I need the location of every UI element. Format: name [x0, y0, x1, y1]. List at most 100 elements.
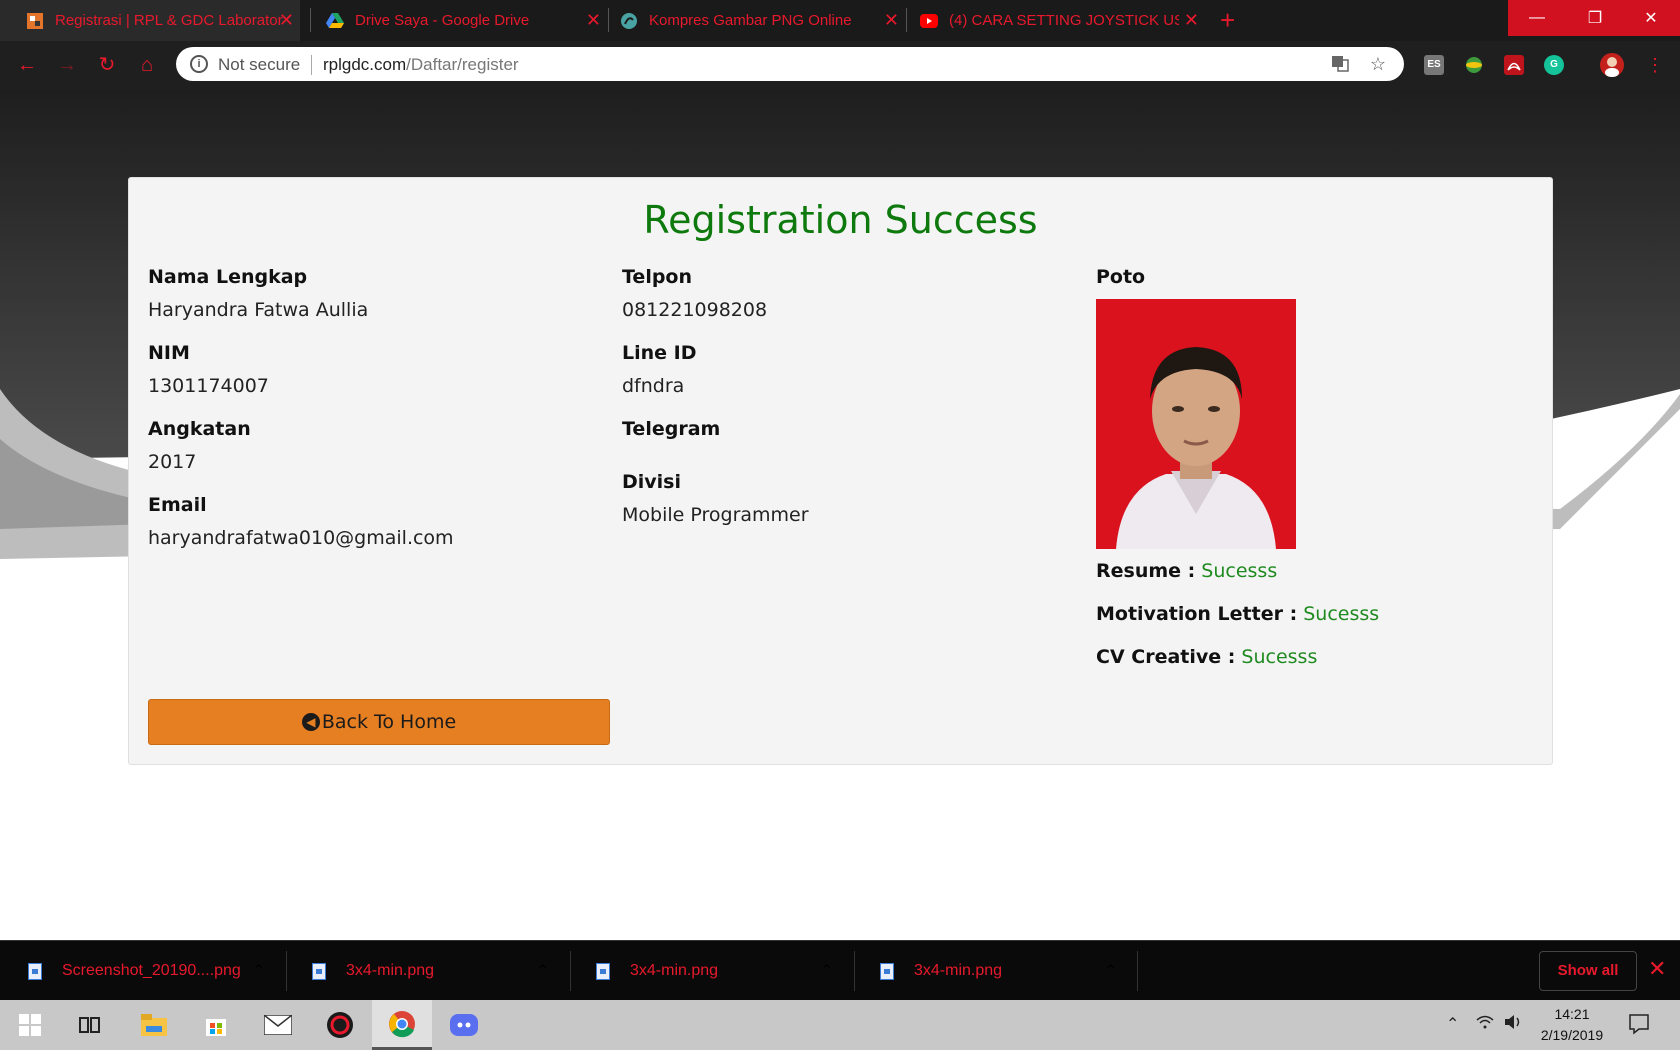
field-value: dfndra — [622, 375, 685, 397]
download-item[interactable]: 3x4-min.png — [596, 941, 718, 1001]
field-value: haryandrafatwa010@gmail.com — [148, 527, 454, 549]
image-file-icon — [880, 962, 894, 980]
download-shelf: Screenshot_20190....png ⌃ 3x4-min.png ⌃ … — [0, 940, 1680, 1000]
mail-icon[interactable] — [248, 1000, 308, 1050]
close-tab-icon[interactable]: ✕ — [884, 11, 899, 29]
resume-status: Resume : Sucesss — [1096, 560, 1277, 582]
close-tab-icon[interactable]: ✕ — [279, 11, 294, 29]
menu-kebab-icon[interactable]: ⋮ — [1644, 54, 1666, 76]
download-filename: Screenshot_20190....png — [62, 962, 241, 979]
field-label: Angkatan — [148, 418, 251, 440]
globe-extension-icon[interactable] — [1464, 55, 1484, 75]
tab-title: Kompres Gambar PNG Online — [649, 12, 852, 29]
chevron-up-icon[interactable]: ⌃ — [1104, 941, 1117, 1001]
tab-youtube[interactable]: (4) CARA SETTING JOYSTICK USE ✕ — [920, 0, 1205, 41]
chrome-taskbar-icon[interactable] — [372, 1000, 432, 1050]
grammarly-icon[interactable]: G — [1544, 55, 1564, 75]
translate-icon[interactable] — [1330, 54, 1350, 74]
page-title: Registration Success — [643, 198, 1038, 242]
url-domain: rplgdc.com — [323, 55, 407, 74]
tab-divider — [310, 8, 311, 32]
home-icon[interactable]: ⌂ — [136, 54, 158, 76]
photo-label: Poto — [1096, 266, 1146, 288]
task-view-icon[interactable] — [60, 1000, 120, 1050]
download-item[interactable]: 3x4-min.png — [312, 941, 434, 1001]
field-label: Line ID — [622, 342, 697, 364]
field-email: Email haryandrafatwa010@gmail.com — [148, 494, 454, 570]
profile-avatar-icon[interactable] — [1600, 53, 1624, 77]
download-item[interactable]: Screenshot_20190....png — [28, 941, 241, 1001]
volume-icon[interactable] — [1504, 1014, 1522, 1035]
tab-registrasi[interactable]: Registrasi | RPL & GDC Laborator ✕ — [0, 0, 300, 41]
download-item[interactable]: 3x4-min.png — [880, 941, 1002, 1001]
game-app-icon[interactable] — [310, 1000, 370, 1050]
tab-title: (4) CARA SETTING JOYSTICK USE — [949, 12, 1179, 29]
image-file-icon — [28, 962, 42, 980]
close-shelf-icon[interactable]: ✕ — [1648, 958, 1666, 980]
es-extension-icon[interactable]: ES — [1424, 55, 1444, 75]
tab-title: Registrasi | RPL & GDC Laborator — [55, 12, 283, 29]
address-bar[interactable]: i Not secure rplgdc.com/Daftar/register … — [176, 47, 1404, 81]
field-label: Divisi — [622, 471, 682, 493]
discord-icon[interactable] — [434, 1000, 494, 1050]
system-clock[interactable]: 14:21 2/19/2019 — [1532, 1004, 1612, 1046]
tab-strip: Registrasi | RPL & GDC Laborator ✕ Drive… — [0, 0, 1680, 41]
file-explorer-icon[interactable] — [124, 1000, 184, 1050]
chevron-up-tray-icon[interactable]: ⌃ — [1446, 1014, 1459, 1034]
status-label: CV Creative : — [1096, 646, 1236, 668]
image-file-icon — [312, 962, 326, 980]
status-value: Sucesss — [1201, 560, 1278, 582]
tab-kompres-gambar[interactable]: Kompres Gambar PNG Online ✕ — [620, 0, 905, 41]
url-text: rplgdc.com/Daftar/register — [323, 55, 519, 75]
back-button-label: Back To Home — [321, 711, 457, 733]
cv-creative-status: CV Creative : Sucesss — [1096, 646, 1317, 668]
field-value: 081221098208 — [622, 299, 768, 321]
back-to-home-button[interactable]: ◀ Back To Home — [148, 699, 610, 745]
tab-google-drive[interactable]: Drive Saya - Google Drive ✕ — [322, 0, 607, 41]
chevron-up-icon[interactable]: ⌃ — [252, 941, 265, 1001]
download-filename: 3x4-min.png — [630, 962, 719, 979]
shelf-divider — [1137, 951, 1138, 991]
field-line-id: Line ID dfndra — [622, 342, 809, 418]
microsoft-store-icon[interactable] — [186, 1000, 246, 1050]
shelf-divider — [570, 951, 571, 991]
new-tab-button[interactable]: + — [1220, 7, 1235, 33]
pdf-extension-icon[interactable] — [1504, 55, 1524, 75]
field-telegram: Telegram — [622, 418, 809, 471]
close-tab-icon[interactable]: ✕ — [586, 11, 601, 29]
back-arrow-icon[interactable]: ← — [16, 54, 38, 76]
tab-divider — [906, 8, 907, 32]
browser-toolbar: ← → ↻ ⌂ i Not secure rplgdc.com/Daftar/r… — [0, 41, 1680, 89]
field-label: Nama Lengkap — [148, 266, 308, 288]
notification-center-icon[interactable] — [1628, 1013, 1650, 1040]
download-filename: 3x4-min.png — [346, 962, 435, 979]
chevron-up-icon[interactable]: ⌃ — [536, 941, 549, 1001]
bookmark-star-icon[interactable]: ☆ — [1368, 54, 1388, 74]
wifi-icon[interactable] — [1476, 1014, 1494, 1035]
youtube-icon — [920, 12, 938, 30]
minimize-button[interactable]: — — [1508, 0, 1566, 36]
shelf-divider — [286, 951, 287, 991]
show-all-button[interactable]: Show all — [1539, 951, 1637, 991]
windows-start-icon[interactable] — [0, 1000, 60, 1050]
restore-button[interactable]: ❐ — [1566, 0, 1624, 36]
close-window-button[interactable]: ✕ — [1622, 0, 1680, 36]
personal-info-column: Nama Lengkap Haryandra Fatwa Aullia NIM … — [148, 266, 454, 570]
field-nim: NIM 1301174007 — [148, 342, 454, 418]
forward-arrow-icon[interactable]: → — [56, 54, 78, 76]
close-tab-icon[interactable]: ✕ — [1184, 11, 1199, 29]
windows-taskbar: ⌃ 14:21 2/19/2019 — [0, 1000, 1680, 1050]
page-viewport: Registration Success Nama Lengkap Haryan… — [0, 89, 1680, 940]
field-label: NIM — [148, 342, 190, 364]
chevron-up-icon[interactable]: ⌃ — [820, 941, 833, 1001]
reload-icon[interactable]: ↻ — [96, 54, 118, 76]
image-file-icon — [596, 962, 610, 980]
registration-card: Registration Success Nama Lengkap Haryan… — [128, 177, 1553, 765]
omnibox-divider — [311, 55, 312, 75]
field-value: 1301174007 — [148, 375, 269, 397]
google-drive-icon — [326, 12, 344, 30]
field-value: 2017 — [148, 451, 197, 473]
contact-info-column: Telpon 081221098208 Line ID dfndra Teleg… — [622, 266, 809, 547]
security-label: Not secure — [218, 55, 301, 74]
info-icon[interactable]: i — [190, 55, 208, 73]
